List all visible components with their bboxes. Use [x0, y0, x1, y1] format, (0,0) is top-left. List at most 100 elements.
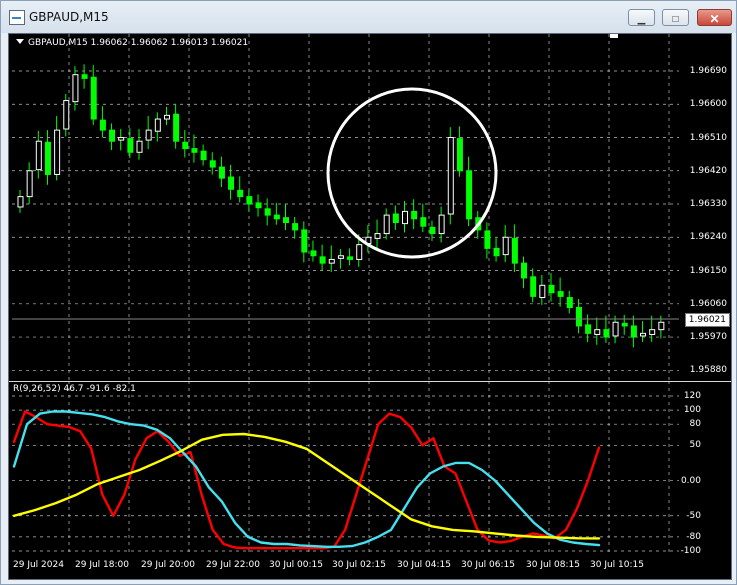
oscillator-axis-label: 0.00	[680, 475, 701, 486]
price-candle[interactable]	[392, 213, 399, 224]
price-candle[interactable]	[145, 129, 152, 141]
price-candle[interactable]	[548, 284, 555, 294]
price-candle[interactable]	[118, 137, 125, 141]
price-candle[interactable]	[374, 233, 381, 239]
price-candle[interactable]	[301, 229, 308, 253]
minimize-button[interactable]: ▁	[628, 9, 655, 26]
price-candle[interactable]	[337, 255, 344, 259]
time-axis-label: 29 Jul 20:00	[141, 560, 195, 570]
price-axis-label: 1.96600	[689, 99, 727, 110]
price-candle[interactable]	[438, 214, 445, 235]
price-candle[interactable]	[557, 291, 564, 297]
price-candle[interactable]	[539, 284, 546, 299]
price-candle[interactable]	[127, 138, 134, 153]
oscillator-chart-svg	[9, 381, 731, 556]
price-candle[interactable]	[218, 166, 225, 179]
price-candle[interactable]	[228, 176, 235, 190]
price-candle[interactable]	[603, 329, 610, 338]
chart-header: GBPAUD,M15 1.96062 1.96062 1.96013 1.960…	[16, 38, 248, 48]
price-candle[interactable]	[383, 214, 390, 235]
price-candle[interactable]	[621, 322, 628, 327]
price-candle[interactable]	[575, 306, 582, 327]
price-candle[interactable]	[154, 118, 161, 132]
price-candle[interactable]	[35, 140, 42, 171]
price-candle[interactable]	[530, 276, 537, 297]
price-candle[interactable]	[273, 214, 280, 220]
price-candle[interactable]	[237, 189, 244, 198]
time-axis-label: 30 Jul 04:15	[397, 560, 451, 570]
price-candle[interactable]	[200, 150, 207, 161]
price-candle[interactable]	[612, 321, 619, 337]
price-candle[interactable]	[26, 170, 33, 198]
maximize-button[interactable]: □	[662, 9, 689, 26]
price-candle[interactable]	[54, 129, 61, 175]
price-axis-label: 1.95880	[689, 365, 727, 376]
price-candle[interactable]	[255, 202, 262, 209]
price-axis-label: 1.96510	[689, 132, 727, 143]
price-candle[interactable]	[429, 226, 436, 235]
price-axis-label: 1.96240	[689, 232, 727, 243]
price-candle[interactable]	[658, 321, 665, 331]
price-candle[interactable]	[310, 250, 317, 257]
price-candle[interactable]	[521, 262, 528, 279]
price-axis-label: 1.96690	[689, 66, 727, 76]
time-axis-label: 29 Jul 18:00	[75, 560, 129, 570]
price-candle[interactable]	[90, 76, 97, 120]
price-axis-label: 1.96150	[689, 265, 727, 276]
price-candle[interactable]	[163, 114, 170, 120]
price-candle[interactable]	[246, 196, 253, 205]
price-candle[interactable]	[585, 324, 592, 334]
price-candle[interactable]	[191, 148, 198, 153]
price-candle[interactable]	[456, 138, 463, 172]
price-candle[interactable]	[319, 256, 326, 264]
price-axis-label: 1.96420	[689, 165, 727, 176]
price-candle[interactable]	[594, 329, 601, 335]
price-axis-label: 1.96060	[689, 298, 727, 309]
window-title: GBPAUD,M15	[29, 10, 109, 24]
chart-header-text: GBPAUD,M15 1.96062 1.96062 1.96013 1.960…	[28, 38, 249, 48]
candles-layer[interactable]	[17, 64, 665, 348]
price-candle[interactable]	[136, 140, 143, 153]
chart-shift-handle[interactable]	[610, 34, 618, 38]
price-candle[interactable]	[466, 170, 473, 220]
price-candle[interactable]	[282, 217, 289, 223]
price-chart[interactable]: GBPAUD,M15 1.96062 1.96062 1.96013 1.960…	[9, 34, 731, 381]
price-candle[interactable]	[328, 258, 335, 264]
price-candle[interactable]	[292, 223, 299, 231]
close-button[interactable]: ✕	[697, 9, 732, 26]
chart-area[interactable]: GBPAUD,M15 1.96062 1.96062 1.96013 1.960…	[8, 33, 732, 580]
price-candle[interactable]	[630, 325, 637, 338]
price-candle[interactable]	[81, 74, 88, 79]
price-candle[interactable]	[640, 332, 647, 337]
terminal-window: GBPAUD,M15 ▁ □ ✕ GBPAUD,M15 1.96062 1.96…	[0, 0, 737, 585]
price-candle[interactable]	[173, 113, 180, 142]
price-candle[interactable]	[72, 74, 79, 103]
oscillator-line	[12, 432, 601, 540]
price-candle[interactable]	[17, 196, 24, 208]
oscillator-lines	[12, 410, 601, 550]
header-triangle-icon	[16, 39, 24, 44]
price-candle[interactable]	[182, 141, 189, 150]
price-candle[interactable]	[99, 119, 106, 131]
price-candle[interactable]	[511, 237, 518, 264]
window-titlebar[interactable]: GBPAUD,M15 ▁ □ ✕	[1, 1, 736, 33]
oscillator-chart[interactable]: R(9,26,52) 46.7 -91.6 -82.1 120 100 80 50 0.…	[9, 381, 731, 556]
price-candle[interactable]	[447, 137, 454, 215]
price-candle[interactable]	[649, 329, 656, 335]
price-candle[interactable]	[347, 256, 354, 260]
price-candle[interactable]	[502, 236, 509, 256]
price-candle[interactable]	[566, 297, 573, 308]
price-candle[interactable]	[484, 230, 491, 249]
price-chart-svg	[12, 34, 679, 381]
price-candle[interactable]	[44, 141, 51, 175]
price-candle[interactable]	[264, 208, 271, 216]
price-candle[interactable]	[402, 210, 409, 225]
price-candle[interactable]	[356, 244, 363, 260]
price-candle[interactable]	[63, 100, 70, 130]
price-candle[interactable]	[493, 247, 500, 257]
price-candle[interactable]	[209, 160, 216, 168]
price-candle[interactable]	[109, 129, 116, 142]
price-candle[interactable]	[420, 217, 427, 227]
time-axis-label: 30 Jul 06:15	[461, 560, 515, 570]
price-candle[interactable]	[411, 210, 418, 220]
